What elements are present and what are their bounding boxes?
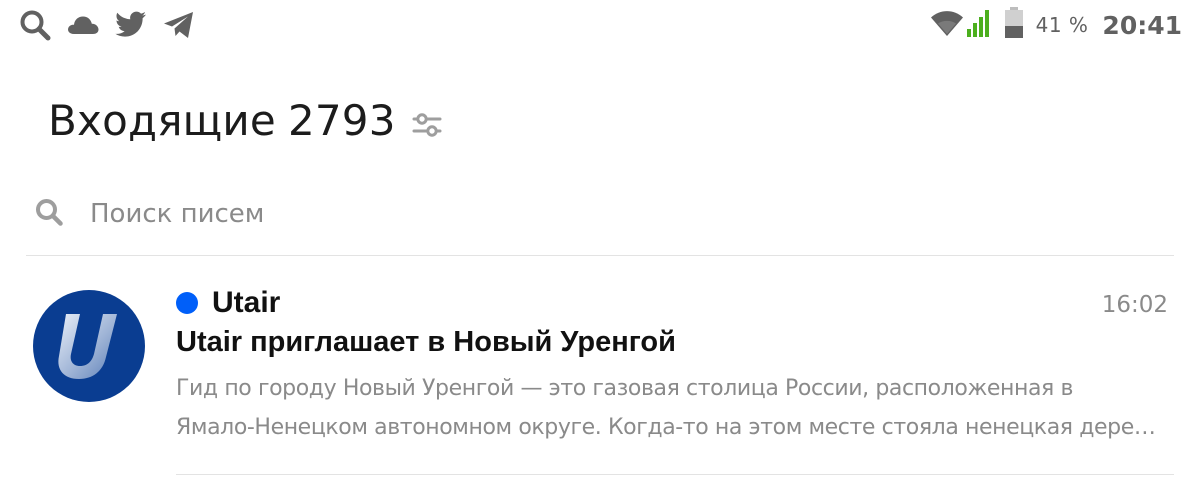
search-input[interactable] [90, 199, 990, 229]
unread-indicator[interactable] [176, 292, 198, 314]
message-time: 16:02 [1101, 292, 1168, 318]
system-status: 41 % 20:41 [930, 6, 1182, 44]
status-bar: 41 % 20:41 [0, 0, 1200, 52]
cloud-icon [66, 13, 100, 37]
folder-header: Входящие 2793 [48, 96, 444, 145]
sender-row: Utair [176, 286, 280, 320]
clock: 20:41 [1102, 10, 1182, 40]
twitter-icon [114, 10, 148, 40]
search-icon [34, 197, 64, 232]
cellular-signal-icon [966, 9, 992, 42]
filter-button[interactable] [410, 108, 444, 142]
message-snippet: Гид по городу Новый Уренгой — это газова… [176, 369, 1166, 447]
snippet-line-2: Ямало-Ненецком автономном округе. Когда-… [176, 415, 1156, 440]
sender-name: Utair [212, 286, 281, 319]
wifi-icon [930, 9, 964, 42]
message-subject: Utair приглашает в Новый Уренгой [176, 326, 676, 358]
sliders-icon [412, 112, 442, 137]
notification-icons [18, 8, 196, 42]
message-list-item[interactable]: Utair 16:02 Utair приглашает в Новый Уре… [0, 256, 1200, 474]
divider [176, 474, 1174, 475]
folder-name: Входящие [48, 96, 276, 145]
snippet-line-1: Гид по городу Новый Уренгой — это газова… [176, 376, 1074, 401]
battery-icon [1004, 6, 1024, 44]
utair-logo-icon [33, 290, 145, 402]
telegram-icon [162, 10, 196, 40]
mail-inbox-screen: 41 % 20:41 Входящие 2793 Поиск писем Uta… [0, 0, 1200, 494]
message-count: 2793 [287, 96, 396, 145]
battery-percent: 41 % [1035, 13, 1089, 37]
page-title: Входящие 2793 [48, 96, 396, 145]
search-bar[interactable] [34, 188, 1174, 240]
search-icon [18, 8, 52, 42]
